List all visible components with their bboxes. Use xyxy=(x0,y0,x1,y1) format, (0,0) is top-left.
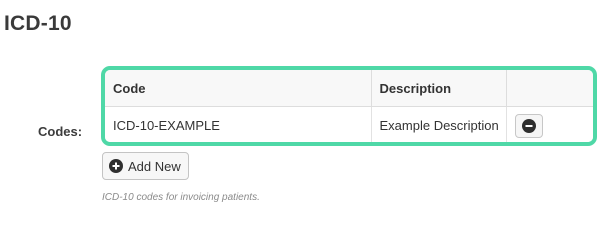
plus-circle-icon xyxy=(109,159,123,173)
column-header-description: Description xyxy=(371,70,507,107)
table-row: ICD-10-EXAMPLE Example Description xyxy=(105,106,593,142)
minus-circle-icon xyxy=(521,118,536,133)
column-header-actions xyxy=(506,70,593,107)
add-new-label: Add New xyxy=(128,158,181,174)
codes-field-label: Codes: xyxy=(38,124,83,139)
help-text: ICD-10 codes for invoicing patients. xyxy=(102,192,260,203)
code-cell: ICD-10-EXAMPLE xyxy=(105,106,372,142)
codes-table-container: Code Description ICD-10-EXAMPLE Example … xyxy=(101,66,597,146)
add-new-button[interactable]: Add New xyxy=(102,152,189,180)
description-cell: Example Description xyxy=(371,106,507,142)
section-title: ICD-10 xyxy=(4,12,72,35)
column-header-code: Code xyxy=(105,70,372,107)
remove-row-button[interactable] xyxy=(514,113,543,138)
actions-cell xyxy=(506,106,593,142)
table-header-row: Code Description xyxy=(105,70,593,107)
codes-table: Code Description ICD-10-EXAMPLE Example … xyxy=(105,70,593,142)
